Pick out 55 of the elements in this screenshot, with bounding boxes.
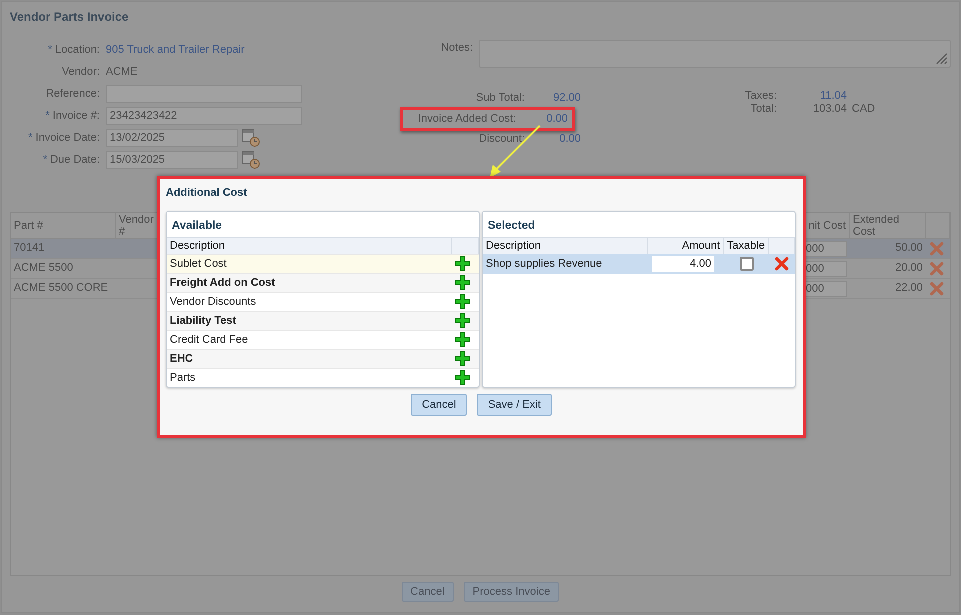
field-label: Location: [55,44,100,56]
total-label: Discount: [478,132,525,148]
total-value: 0.00 [546,112,568,127]
calendar-icon[interactable] [242,151,260,169]
currency-label: CAD [852,102,876,118]
total-value: 103.04 [812,102,847,118]
list-item[interactable]: EHC [167,348,479,368]
field-label: Vendor: [62,66,100,78]
list-item[interactable]: Sublet Cost [167,254,479,273]
page-title: Vendor Parts Invoice [10,9,130,26]
table-cell: 70141 [11,239,116,259]
taxable-checkbox[interactable] [740,256,754,271]
total-label: Taxes: [744,89,777,104]
panel-title: Selected [487,218,536,234]
list-item[interactable]: Liability Test [167,310,479,330]
required-marker: * [48,44,52,56]
cancel-button[interactable]: Cancel [411,394,468,416]
field-label: Reference: [46,88,100,100]
table-cell-text: Shop supplies Revenue [485,256,604,272]
table-cell: ACME 5500 [11,259,116,279]
save-exit-button[interactable]: Save / Exit [477,394,552,416]
table-cell: 20.00 [850,259,926,279]
required-marker: * [28,132,33,144]
field-value: ACME [106,64,138,80]
add-icon[interactable] [455,370,471,386]
field-label: Notes: [440,41,474,56]
dialog-title: Additional Cost [166,186,248,201]
add-icon[interactable] [455,350,471,367]
field-label: Due Date: [50,154,100,166]
field-label: Invoice Date: [36,132,100,144]
total-value: 11.04 [819,89,847,104]
table-cell: 22.00 [850,279,926,299]
required-marker: * [46,110,50,122]
total-value: 0.00 [558,132,581,148]
add-icon[interactable] [455,274,471,291]
notes-field[interactable] [479,40,951,68]
amount-field[interactable]: 4.00 [652,256,714,272]
table-cell: ACME 5500 CORE [11,279,116,299]
required-marker: * [43,154,48,166]
calendar-icon[interactable] [242,129,260,147]
total-label: Total: [750,102,777,118]
table-cell: 50.00 [850,239,926,259]
panel-title: Available [171,218,224,234]
total-label: Sub Total: [475,91,525,106]
add-icon[interactable] [455,312,471,329]
delete-icon[interactable] [774,256,790,272]
list-item[interactable]: Parts [167,368,479,386]
list-item[interactable]: Freight Add on Cost [167,272,479,292]
add-icon[interactable] [455,256,471,272]
field-label: Invoice #: [52,110,100,122]
resize-grip-icon[interactable] [936,53,948,65]
total-value: 92.00 [552,91,581,106]
add-icon[interactable] [455,294,471,310]
total-label: Invoice Added Cost: [417,112,516,127]
add-icon[interactable] [455,332,471,348]
